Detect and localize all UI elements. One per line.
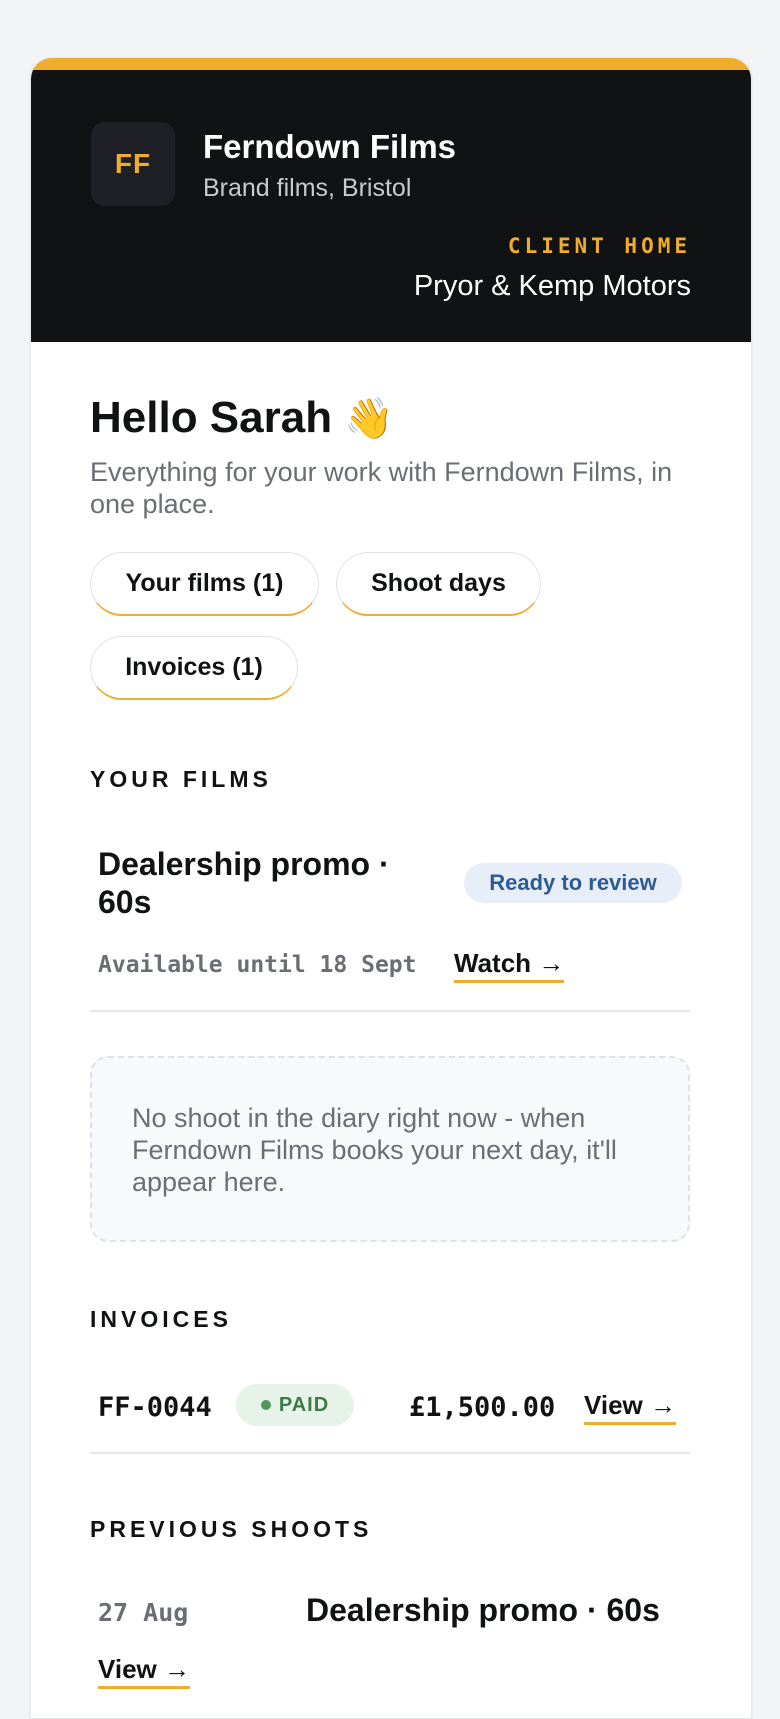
- invoice-amount: £1,500.00: [409, 1392, 556, 1423]
- quick-link-invoices[interactable]: Invoices (1): [90, 636, 298, 700]
- film-title: Dealership promo · 60s: [98, 846, 390, 920]
- divider: [90, 1010, 690, 1012]
- client-name: Pryor & Kemp Motors: [413, 270, 691, 302]
- shoots-empty-state: No shoot in the diary right now - when F…: [90, 1056, 690, 1242]
- divider: [90, 1452, 690, 1454]
- section-title-invoices: INVOICES: [90, 1306, 232, 1332]
- paid-label: PAID: [278, 1393, 330, 1416]
- brand-name: Ferndown Films: [203, 128, 457, 165]
- brand-tagline: Brand films, Bristol: [203, 174, 412, 202]
- film-availability: Available until 18 Sept: [98, 952, 417, 978]
- waving-hand-icon: 👋: [344, 397, 395, 441]
- greeting-title: Hello Sarah 👋: [90, 393, 394, 443]
- header: FF Ferndown Films Brand films, Bristol C…: [31, 70, 751, 342]
- status-dot-icon: [260, 1400, 271, 1410]
- invoice-view-link[interactable]: View →: [584, 1390, 677, 1425]
- status-badge-paid: PAID: [236, 1384, 354, 1426]
- greeting-intro: Everything for your work with Ferndown F…: [90, 457, 673, 519]
- accent-bar: [31, 58, 751, 70]
- greeting-text: Hello Sarah: [90, 393, 333, 442]
- section-title-films: YOUR FILMS: [90, 766, 272, 792]
- client-label: CLIENT HOME: [507, 234, 691, 258]
- shoot-view-link[interactable]: View →: [98, 1654, 191, 1689]
- quick-link-films[interactable]: Your films (1): [90, 552, 319, 616]
- shoot-date: 27 Aug: [98, 1598, 189, 1627]
- shoot-title: Dealership promo · 60s: [306, 1592, 660, 1628]
- quick-link-shoot-days[interactable]: Shoot days: [336, 552, 541, 616]
- brand-logo: FF: [91, 122, 175, 206]
- watch-link[interactable]: Watch →: [454, 948, 565, 983]
- section-title-previous-shoots: PREVIOUS SHOOTS: [90, 1516, 373, 1542]
- invoice-id: FF-0044: [98, 1392, 212, 1423]
- status-badge-review: Ready to review: [464, 863, 682, 903]
